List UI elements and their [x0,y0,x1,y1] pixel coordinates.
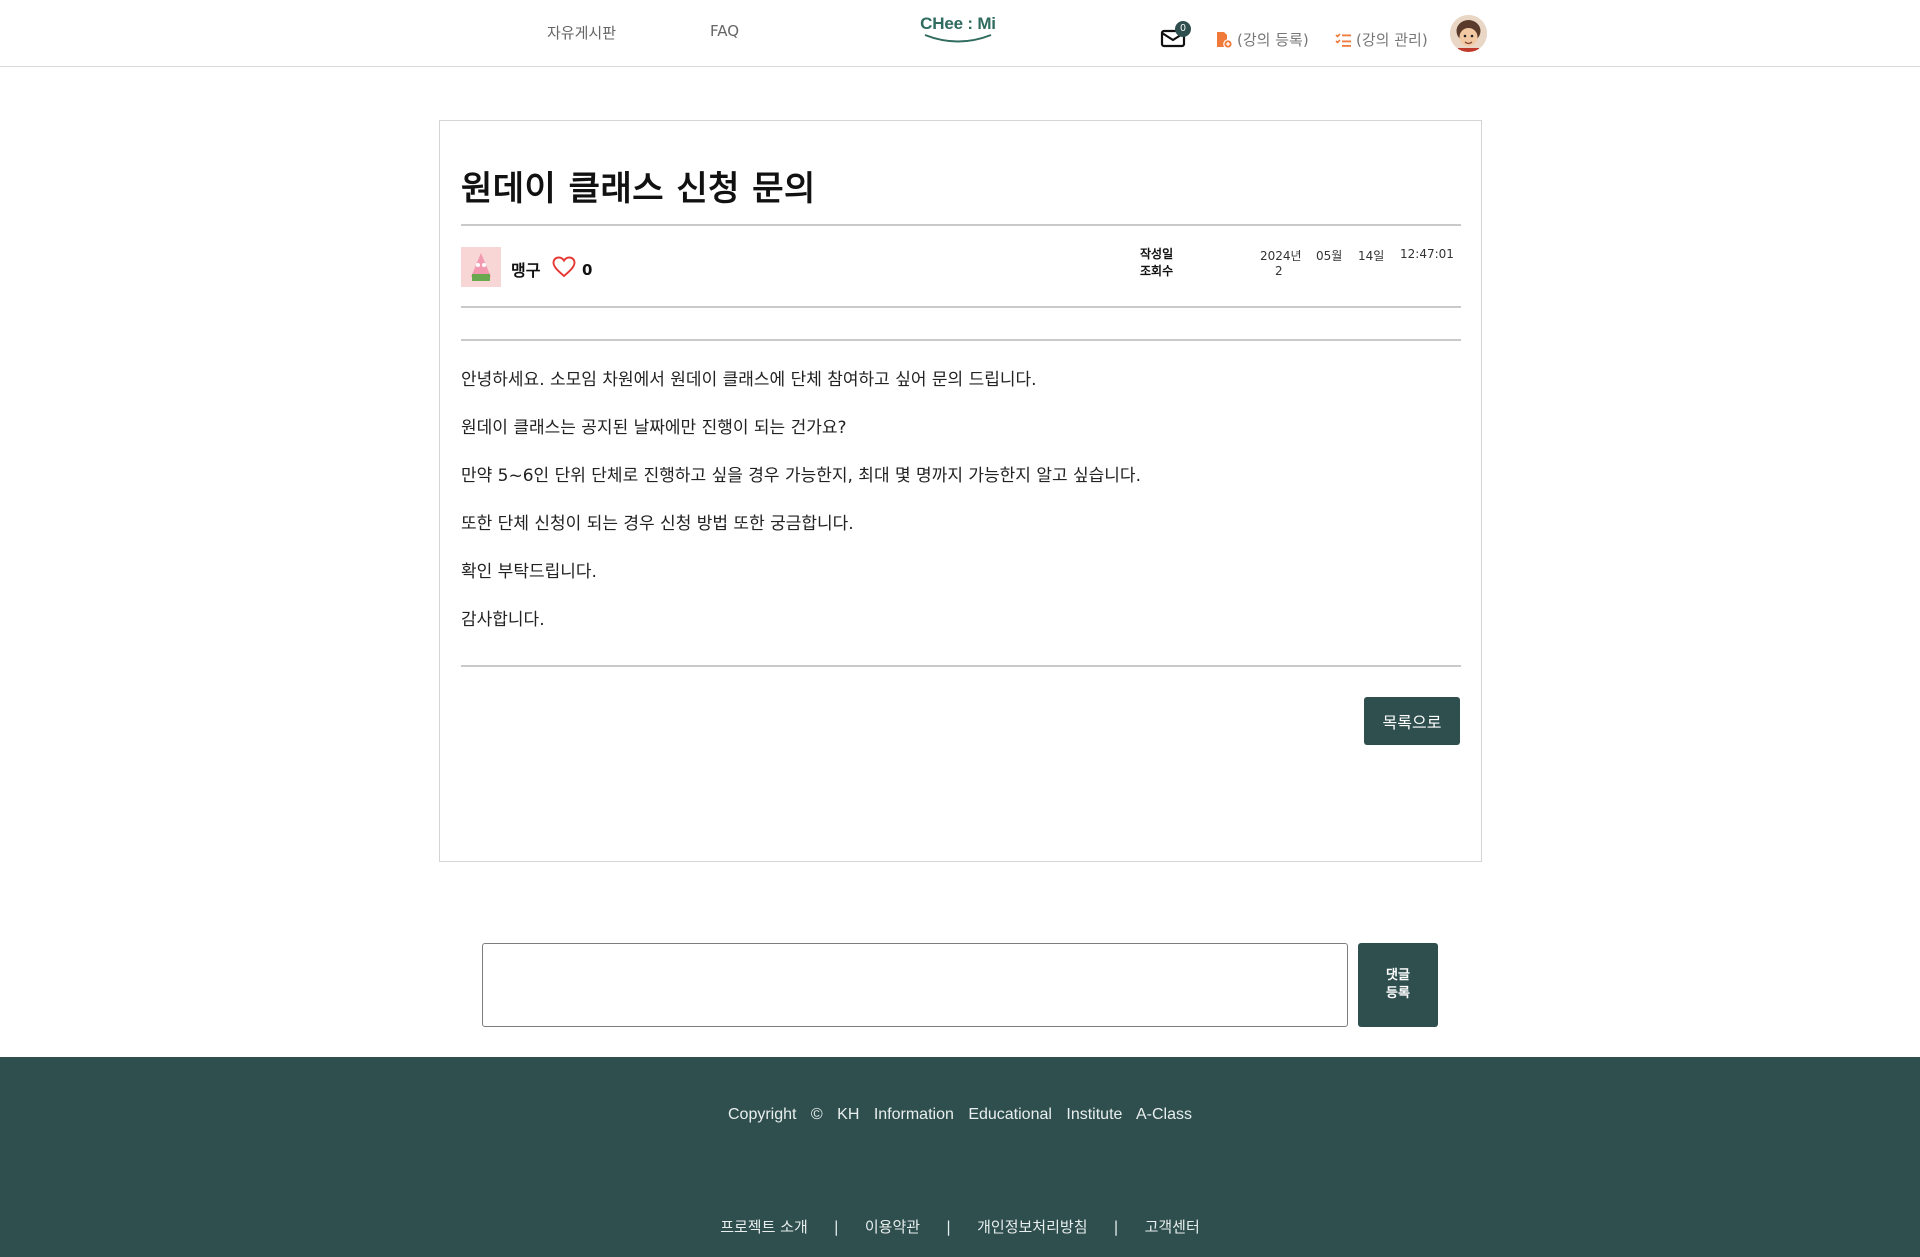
post-body: 안녕하세요. 소모임 차원에서 원데이 클래스에 단체 참여하고 싶어 문의 드… [461,368,1461,656]
date-label: 작성일 [1140,247,1174,261]
divider [461,306,1461,308]
file-add-icon [1217,31,1233,49]
course-register-label: (강의 등록) [1237,31,1309,49]
logo-text: CHee : Mi [920,14,996,33]
footer-link-terms[interactable]: 이용약관 [865,1216,920,1237]
footer-separator: | [833,1217,839,1236]
post-card: 원데이 클래스 신청 문의 맹구 0 작성일 조회수 2024년 05월 14일… [439,120,1482,862]
post-paragraph: 또한 단체 신청이 되는 경우 신청 방법 또한 궁금합니다. [461,514,854,534]
divider [461,339,1461,341]
course-manage-link[interactable]: (강의 관리) [1335,29,1428,50]
view-count: 2 [1275,264,1283,278]
post-title: 원데이 클래스 신청 문의 [461,169,816,209]
post-paragraph: 감사합니다. [461,610,545,630]
course-register-link[interactable]: (강의 등록) [1215,29,1309,50]
date-day: 14일 [1358,249,1385,263]
author-avatar-image [461,247,501,287]
footer-link-project-intro[interactable]: 프로젝트 소개 [720,1216,808,1237]
site-logo[interactable]: CHee : Mi [918,14,998,50]
post-paragraph: 확인 부탁드립니다. [461,562,597,582]
profile-avatar-image [1450,15,1487,52]
checklist-icon [1335,32,1351,47]
top-header: 자유게시판 FAQ CHee : Mi 0 (강의 등록) (강의 관리) [0,0,1920,67]
footer-separator: | [946,1217,952,1236]
user-avatar[interactable] [1450,15,1487,52]
author-name: 맹구 [511,261,541,280]
post-paragraph: 원데이 클래스는 공지된 날짜에만 진행이 되는 건가요? [461,418,847,438]
mail-count-badge: 0 [1175,21,1191,37]
nav-faq[interactable]: FAQ [710,22,739,40]
views-label: 조회수 [1140,264,1174,278]
back-to-list-button[interactable]: 목록으로 [1364,697,1460,745]
course-manage-label: (강의 관리) [1356,31,1428,49]
logo-smile-icon [924,34,992,43]
nav-free-board[interactable]: 자유게시판 [547,22,616,43]
footer-links: 프로젝트 소개 | 이용약관 | 개인정보처리방침 | 고객센터 [0,1216,1920,1237]
post-meta-labels: 작성일 조회수 [1140,246,1173,280]
author-avatar [461,247,501,287]
footer-link-support[interactable]: 고객센터 [1145,1216,1200,1237]
copyright-text: Copyright © KH Information Educational I… [728,1106,1192,1123]
footer-separator: | [1113,1217,1119,1236]
date-month: 05월 [1316,249,1343,263]
like-count: 0 [582,261,593,279]
divider [461,224,1461,226]
post-date: 2024년 05월 14일 12:47:01 [1260,247,1454,264]
footer-link-privacy[interactable]: 개인정보처리방침 [977,1216,1087,1237]
comment-input[interactable] [482,943,1348,1027]
post-paragraph: 만약 5~6인 단위 단체로 진행하고 싶을 경우 가능한지, 최대 몇 명까지… [461,466,1141,486]
divider [461,665,1461,667]
site-footer: Copyright © KH Information Educational I… [0,1057,1920,1257]
date-time: 12:47:01 [1400,247,1454,261]
date-year: 2024년 [1260,249,1302,263]
post-paragraph: 안녕하세요. 소모임 차원에서 원데이 클래스에 단체 참여하고 싶어 문의 드… [461,370,1037,390]
comment-submit-button[interactable]: 댓글 등록 [1358,943,1438,1027]
heart-icon[interactable] [552,256,576,278]
